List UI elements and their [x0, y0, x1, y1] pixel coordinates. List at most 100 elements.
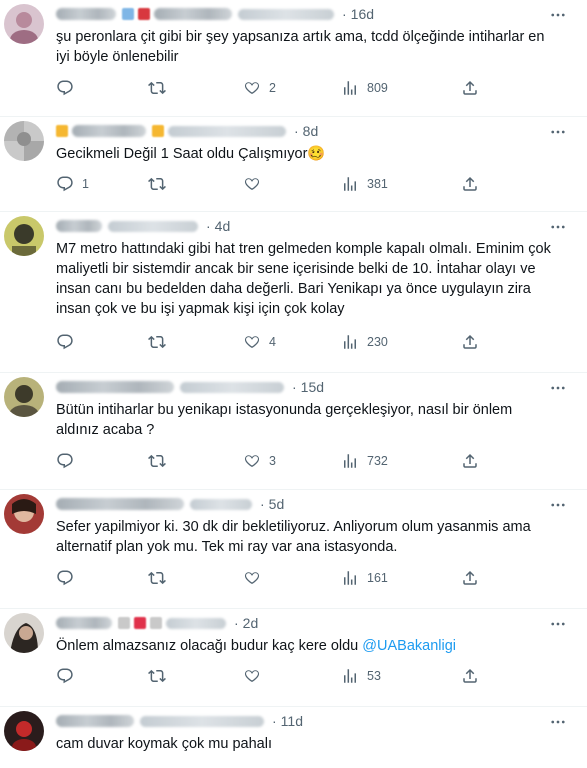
- tweet-actions: 53: [56, 666, 587, 686]
- author-handle[interactable]: [166, 617, 226, 629]
- more-options-button[interactable]: [547, 711, 569, 733]
- author-handle[interactable]: [180, 381, 284, 393]
- more-options-button[interactable]: [547, 216, 569, 238]
- author-name[interactable]: [56, 617, 112, 629]
- timestamp[interactable]: 15d: [301, 379, 324, 395]
- retweet-button[interactable]: [148, 568, 166, 588]
- share-icon: [463, 334, 477, 349]
- author-handle[interactable]: [168, 125, 286, 137]
- avatar[interactable]: [4, 121, 44, 161]
- like-button[interactable]: 4: [243, 332, 276, 352]
- views-icon: [344, 177, 356, 191]
- mention-link[interactable]: @UABakanligi: [362, 638, 456, 654]
- like-button[interactable]: [243, 666, 269, 686]
- tweet[interactable]: · 15d Bütün intiharlar bu yenikapı istas…: [0, 373, 587, 490]
- views-button[interactable]: 161: [341, 568, 388, 588]
- views-button[interactable]: 732: [341, 451, 388, 471]
- retweet-button[interactable]: [148, 332, 166, 352]
- timestamp[interactable]: 5d: [269, 496, 285, 512]
- like-button[interactable]: 2: [243, 78, 276, 98]
- reply-button[interactable]: [56, 78, 82, 98]
- retweet-button[interactable]: [148, 666, 166, 686]
- timestamp[interactable]: 11d: [281, 713, 303, 729]
- avatar[interactable]: [4, 216, 44, 256]
- retweet-button[interactable]: [148, 174, 166, 194]
- tweet[interactable]: · 5d Sefer yapilmiyor ki. 30 dk dir bekl…: [0, 490, 587, 609]
- retweet-icon: [148, 454, 166, 468]
- share-button[interactable]: [461, 568, 479, 588]
- tweet-text: Bütün intiharlar bu yenikapı istasyonund…: [56, 402, 513, 438]
- tweet-text: Sefer yapilmiyor ki. 30 dk dir bekletili…: [56, 519, 531, 555]
- like-button[interactable]: [243, 568, 269, 588]
- reply-icon: [57, 668, 73, 684]
- share-button[interactable]: [461, 666, 479, 686]
- views-icon: [344, 669, 356, 683]
- reply-button[interactable]: 1: [56, 174, 89, 194]
- tweet[interactable]: · 4d M7 metro hattındaki gibi hat tren g…: [0, 212, 587, 373]
- more-icon: [551, 130, 565, 134]
- author-handle[interactable]: [238, 8, 334, 20]
- author-handle[interactable]: [190, 498, 252, 510]
- reply-button[interactable]: [56, 451, 82, 471]
- more-options-button[interactable]: [547, 121, 569, 143]
- share-button[interactable]: [461, 174, 479, 194]
- more-options-button[interactable]: [547, 613, 569, 635]
- avatar[interactable]: [4, 4, 44, 44]
- author-handle[interactable]: [140, 715, 264, 727]
- avatar[interactable]: [4, 613, 44, 653]
- timestamp[interactable]: 16d: [351, 6, 374, 22]
- avatar[interactable]: [4, 494, 44, 534]
- timestamp[interactable]: 8d: [303, 123, 319, 139]
- avatar[interactable]: [4, 711, 44, 751]
- reply-button[interactable]: [56, 568, 82, 588]
- tweet[interactable]: · 2d Önlem almazsanız olacağı budur kaç …: [0, 609, 587, 707]
- timestamp[interactable]: 2d: [243, 615, 259, 631]
- like-count: 4: [269, 335, 276, 349]
- views-button[interactable]: 230: [341, 332, 388, 352]
- author-name[interactable]: [56, 8, 116, 20]
- more-icon: [551, 720, 565, 724]
- reply-icon: [57, 80, 73, 96]
- view-count: 230: [367, 335, 388, 349]
- share-icon: [463, 453, 477, 468]
- views-button[interactable]: 809: [341, 78, 388, 98]
- author-name[interactable]: [56, 715, 134, 727]
- more-options-button[interactable]: [547, 377, 569, 399]
- share-button[interactable]: [461, 78, 479, 98]
- avatar[interactable]: [4, 377, 44, 417]
- reply-icon: [57, 453, 73, 469]
- author-name[interactable]: [72, 125, 146, 137]
- tweet-header: · 5d: [56, 490, 587, 516]
- share-icon: [463, 570, 477, 585]
- author-name[interactable]: [56, 498, 184, 510]
- views-button[interactable]: 381: [341, 174, 388, 194]
- retweet-icon: [148, 669, 166, 683]
- more-options-button[interactable]: [547, 4, 569, 26]
- author-name[interactable]: [56, 220, 102, 232]
- retweet-icon: [148, 177, 166, 191]
- tweet-actions: 2 809: [56, 78, 587, 98]
- tweet[interactable]: · 8d Gecikmeli Değil 1 Saat oldu Çalışmı…: [0, 117, 587, 212]
- reply-icon: [57, 570, 73, 586]
- timestamp[interactable]: 4d: [215, 218, 231, 234]
- more-options-button[interactable]: [547, 494, 569, 516]
- tweet-header: · 4d: [56, 212, 587, 238]
- author-name[interactable]: [154, 8, 232, 20]
- more-icon: [551, 503, 565, 507]
- like-button[interactable]: 3: [243, 451, 276, 471]
- tweet[interactable]: · 11d cam duvar koymak çok mu pahalı: [0, 707, 587, 767]
- view-count: 53: [367, 669, 381, 683]
- reply-button[interactable]: [56, 666, 82, 686]
- tweet[interactable]: · 16d şu peronlara çit gibi bir şey yaps…: [0, 0, 587, 117]
- share-button[interactable]: [461, 451, 479, 471]
- share-button[interactable]: [461, 332, 479, 352]
- author-handle[interactable]: [108, 220, 198, 232]
- tweet-text: M7 metro hattındaki gibi hat tren gelmed…: [56, 241, 551, 317]
- crown-emoji: [152, 125, 164, 137]
- views-button[interactable]: 53: [341, 666, 381, 686]
- like-button[interactable]: [243, 174, 269, 194]
- reply-button[interactable]: [56, 332, 82, 352]
- retweet-button[interactable]: [148, 451, 166, 471]
- author-name[interactable]: [56, 381, 174, 393]
- retweet-button[interactable]: [148, 78, 166, 98]
